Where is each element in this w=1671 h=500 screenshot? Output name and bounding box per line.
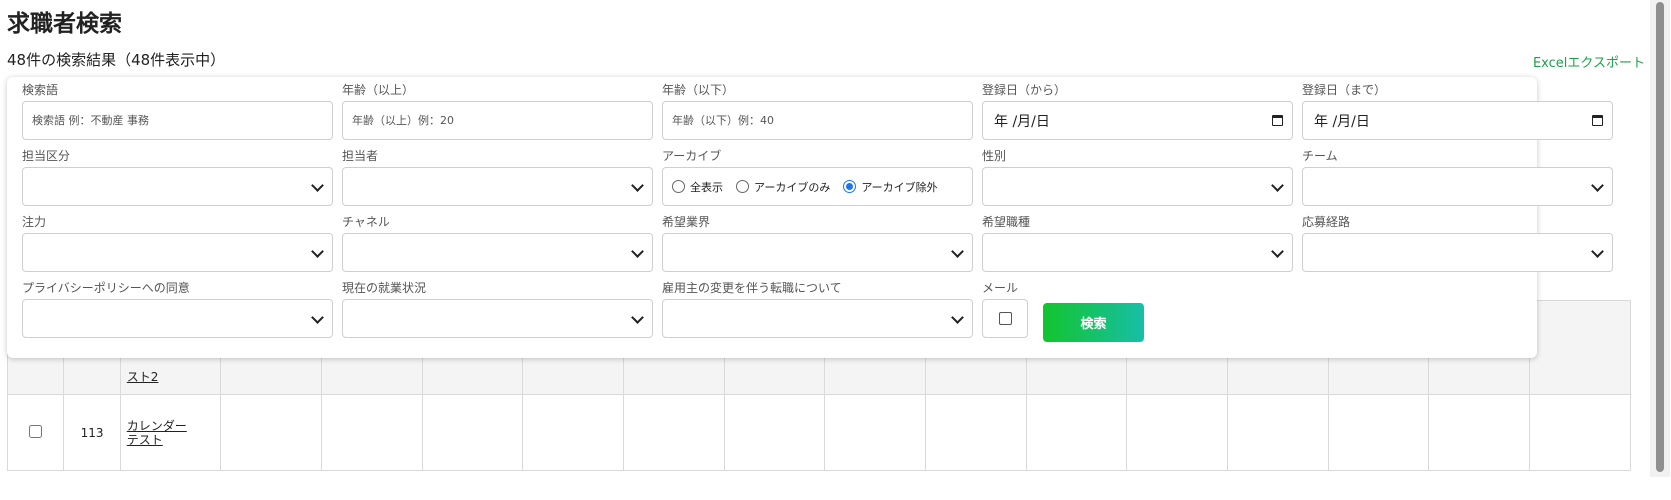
chevron-down-icon <box>311 311 324 324</box>
mail-checkbox[interactable] <box>998 312 1012 325</box>
owner-type-label: 担当区分 <box>22 149 71 163</box>
archive-option-exclude[interactable]: アーカイブ除外 <box>843 179 938 195</box>
page-title: 求職者検索 <box>7 11 122 37</box>
focus-select[interactable] <box>22 233 333 272</box>
reg-to-value: 年 /月/日 <box>1314 113 1370 130</box>
employment-field: 現在の就業状況 <box>342 281 653 338</box>
keyword-label: 検索語 <box>22 83 59 97</box>
owner-type-select[interactable] <box>22 167 333 206</box>
chevron-down-icon <box>1591 179 1604 192</box>
excel-export-link[interactable]: Excelエクスポート <box>1533 52 1645 71</box>
keyword-field: 検索語 <box>22 83 333 140</box>
chevron-down-icon <box>631 179 644 192</box>
focus-field: 注力 <box>22 215 333 272</box>
route-select[interactable] <box>1302 233 1613 272</box>
archive-option-all[interactable]: 全表示 <box>672 179 723 195</box>
age-min-label: 年齢（以上） <box>342 83 415 97</box>
gender-field: 性別 <box>982 149 1293 206</box>
reg-from-date-input[interactable]: 年 /月/日 <box>982 101 1293 140</box>
archive-field: アーカイブ 全表示 アーカイブのみ アーカイブ除外 <box>662 149 973 206</box>
industry-label: 希望業界 <box>662 215 711 229</box>
owner-select[interactable] <box>342 167 653 206</box>
chevron-down-icon <box>951 311 964 324</box>
age-min-input[interactable] <box>343 102 652 139</box>
age-min-field: 年齢（以上） <box>342 83 653 140</box>
chevron-down-icon <box>1271 245 1284 258</box>
row-id: 113 <box>63 394 121 471</box>
team-select[interactable] <box>1302 167 1613 206</box>
job-type-label: 希望職種 <box>982 215 1031 229</box>
employer-change-label: 雇用主の変更を伴う転職について <box>662 281 842 295</box>
gender-select[interactable] <box>982 167 1293 206</box>
channel-label: チャネル <box>342 215 390 229</box>
route-field: 応募経路 <box>1302 215 1613 272</box>
industry-select[interactable] <box>662 233 973 272</box>
owner-type-field: 担当区分 <box>22 149 333 206</box>
page-scrollbar[interactable] <box>1650 0 1670 477</box>
focus-label: 注力 <box>22 215 47 229</box>
reg-from-field: 登録日（から） 年 /月/日 <box>982 83 1293 140</box>
chevron-down-icon <box>311 179 324 192</box>
reg-from-label: 登録日（から） <box>982 83 1067 97</box>
gender-label: 性別 <box>982 149 1007 163</box>
search-filter-panel: 検索語 年齢（以上） 年齢（以下） 登録日（から） 年 /月/日 登録日（まで）… <box>7 77 1613 358</box>
keyword-input[interactable] <box>23 102 332 139</box>
table-row: 113 カレンダー テスト <box>7 394 1631 471</box>
chevron-down-icon <box>631 311 644 324</box>
owner-label: 担当者 <box>342 149 379 163</box>
mail-field: メール <box>982 281 1028 338</box>
age-max-input[interactable] <box>663 102 972 139</box>
employment-label: 現在の就業状況 <box>342 281 427 295</box>
calendar-icon[interactable] <box>1272 115 1283 126</box>
job-type-select[interactable] <box>982 233 1293 272</box>
archive-label: アーカイブ <box>662 149 722 163</box>
reg-to-field: 登録日（まで） 年 /月/日 <box>1302 83 1613 140</box>
calendar-icon[interactable] <box>1592 115 1603 126</box>
owner-field: 担当者 <box>342 149 653 206</box>
channel-field: チャネル <box>342 215 653 272</box>
reg-to-label: 登録日（まで） <box>1302 83 1387 97</box>
employment-select[interactable] <box>342 299 653 338</box>
job-type-field: 希望職種 <box>982 215 1293 272</box>
search-button[interactable]: 検索 <box>1043 303 1144 342</box>
reg-to-date-input[interactable]: 年 /月/日 <box>1302 101 1613 140</box>
age-max-field: 年齢（以下） <box>662 83 973 140</box>
chevron-down-icon <box>1591 245 1604 258</box>
radio-button-selected[interactable] <box>843 180 857 193</box>
archive-radio-group: 全表示 アーカイブのみ アーカイブ除外 <box>662 167 973 206</box>
radio-button[interactable] <box>672 180 685 193</box>
chevron-down-icon <box>631 245 644 258</box>
candidate-name-link[interactable]: カレンダー テスト <box>121 419 221 447</box>
result-count: 48件の検索結果（48件表示中） <box>7 51 226 69</box>
employer-change-field: 雇用主の変更を伴う転職について <box>662 281 973 338</box>
team-label: チーム <box>1302 149 1338 163</box>
row-checkbox[interactable] <box>29 424 43 438</box>
chevron-down-icon <box>1271 179 1284 192</box>
chevron-down-icon <box>311 245 324 258</box>
chevron-down-icon <box>951 245 964 258</box>
mail-checkbox-box[interactable] <box>982 299 1028 338</box>
route-label: 応募経路 <box>1302 215 1351 229</box>
team-field: チーム <box>1302 149 1613 206</box>
employer-change-select[interactable] <box>662 299 973 338</box>
candidate-name-link[interactable]: スト2 <box>121 370 221 384</box>
privacy-select[interactable] <box>22 299 333 338</box>
privacy-label: プライバシーポリシーへの同意 <box>22 281 190 295</box>
age-max-label: 年齢（以下） <box>662 83 735 97</box>
mail-label: メール <box>982 281 1019 295</box>
archive-option-only[interactable]: アーカイブのみ <box>736 179 830 195</box>
privacy-field: プライバシーポリシーへの同意 <box>22 281 333 338</box>
scrollbar-thumb[interactable] <box>1656 2 1664 472</box>
reg-from-value: 年 /月/日 <box>994 113 1050 130</box>
radio-button[interactable] <box>736 180 749 193</box>
channel-select[interactable] <box>342 233 653 272</box>
industry-field: 希望業界 <box>662 215 973 272</box>
